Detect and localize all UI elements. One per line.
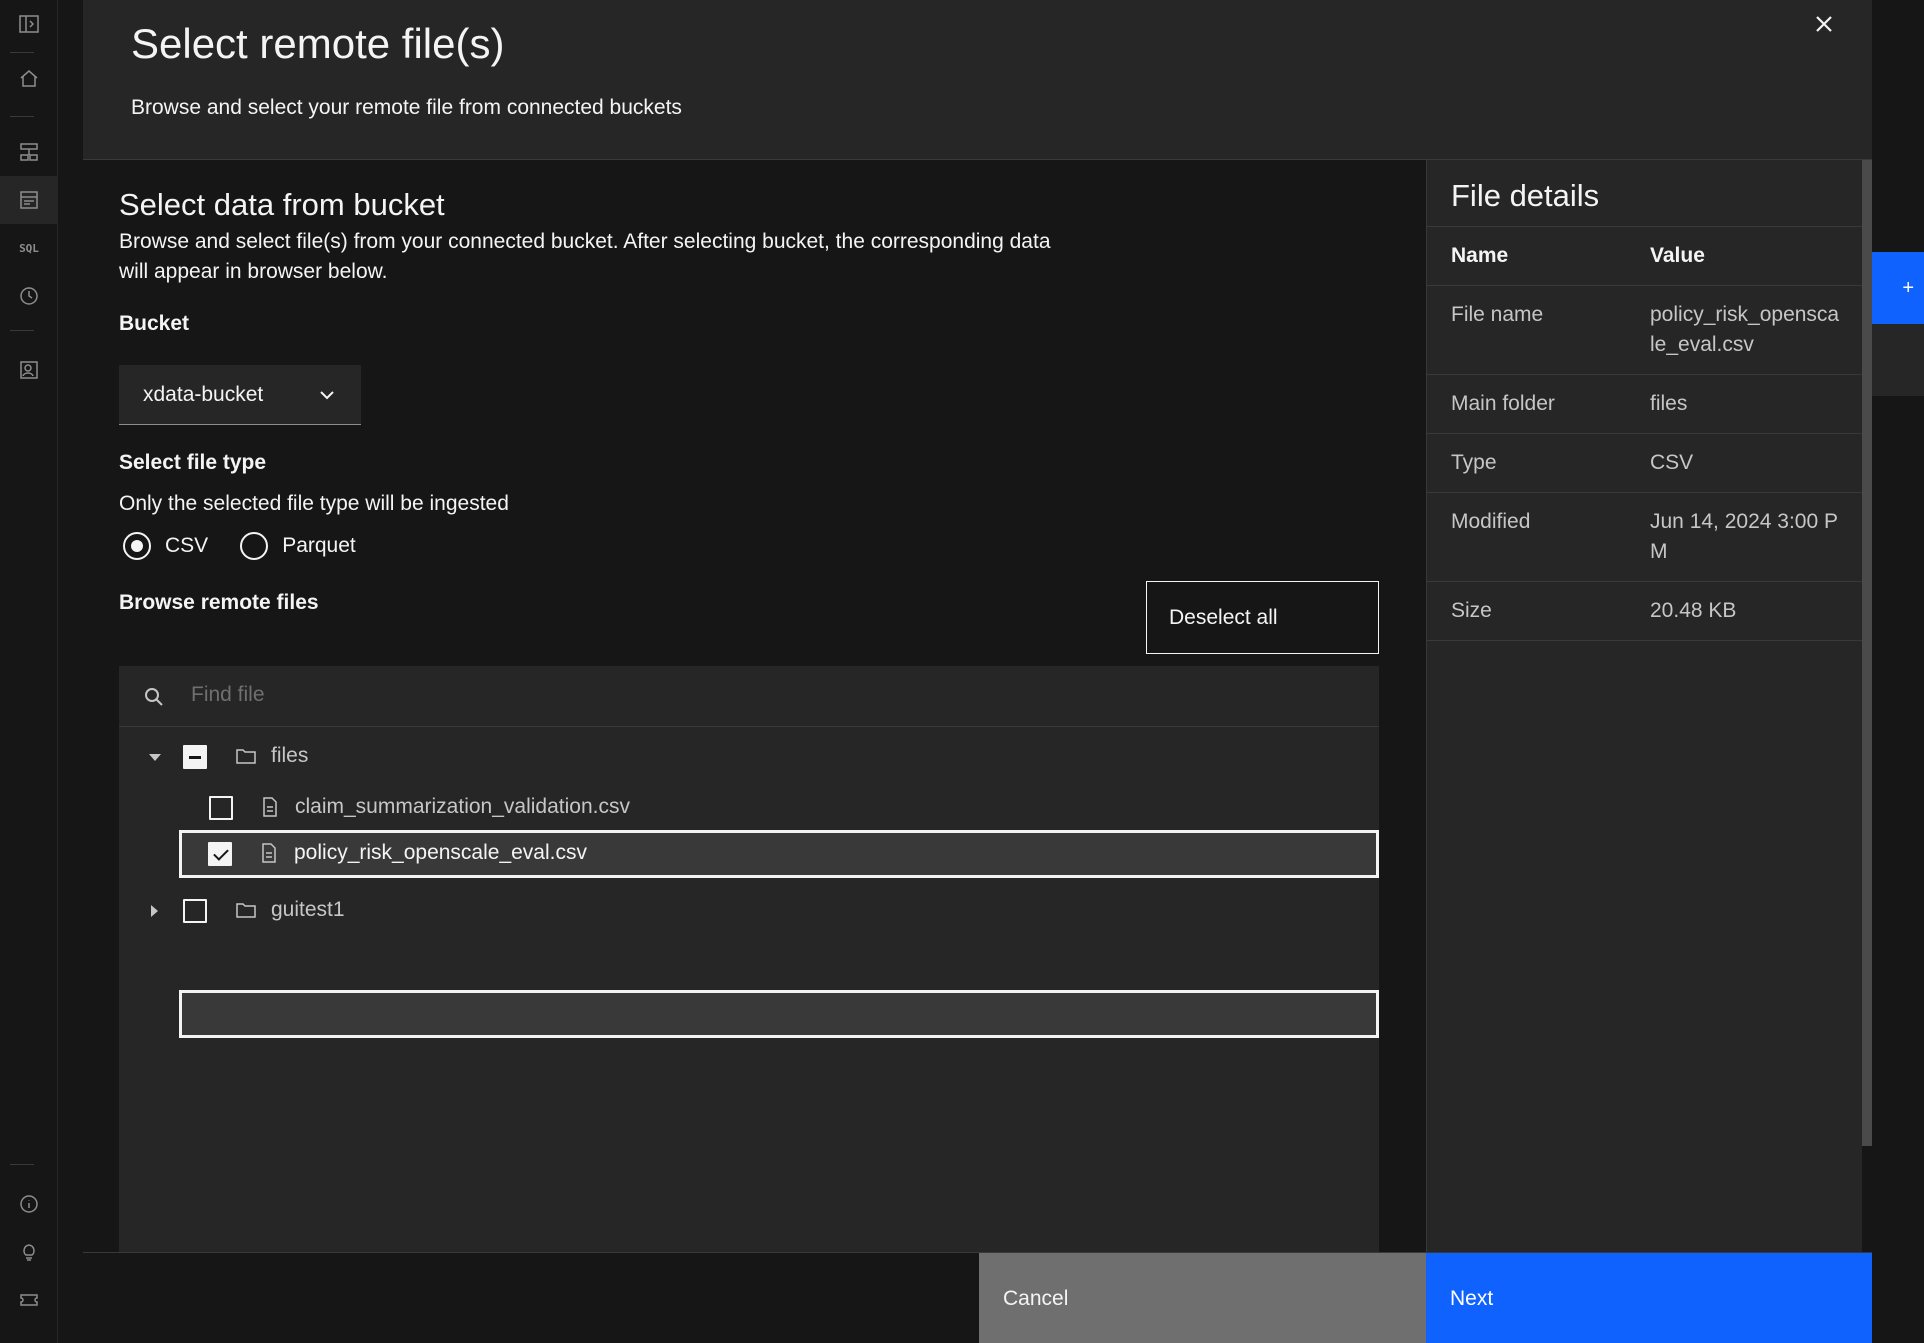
table-header-row: Name Value — [1427, 226, 1863, 285]
bucket-label: Bucket — [119, 312, 190, 335]
info-icon[interactable] — [0, 1180, 58, 1228]
table-row: Type CSV — [1427, 433, 1863, 492]
row-key: Modified — [1451, 510, 1531, 533]
tree-node-claim-file[interactable]: claim_summarization_validation.csv — [119, 784, 1379, 832]
checkbox-guitest1[interactable] — [183, 899, 207, 923]
deselect-all-button[interactable]: Deselect all — [1146, 581, 1379, 654]
row-value: files — [1650, 392, 1688, 415]
background-add-button: + — [1872, 252, 1924, 324]
ticket-icon[interactable] — [0, 1276, 58, 1324]
bucket-selected-value: xdata-bucket — [143, 382, 264, 406]
cancel-button[interactable]: Cancel — [979, 1253, 1426, 1343]
background-strip — [1872, 324, 1924, 396]
file-type-label: Select file type — [119, 451, 267, 474]
header-value: Value — [1650, 244, 1705, 267]
details-scrollbar[interactable] — [1862, 160, 1872, 1146]
close-button[interactable] — [1806, 6, 1842, 42]
file-details-panel: File details Name Value File name policy… — [1426, 160, 1863, 1252]
tree-node-label: guitest1 — [271, 898, 345, 921]
modal-subtitle: Browse and select your remote file from … — [131, 96, 682, 119]
caret-down-icon[interactable] — [149, 754, 161, 761]
file-details-table: Name Value File name policy_risk_opensca… — [1427, 226, 1863, 641]
browse-files-label: Browse remote files — [119, 591, 319, 614]
folder-icon — [235, 745, 257, 767]
radio-parquet[interactable] — [240, 532, 269, 560]
close-icon — [1816, 16, 1832, 32]
row-key: Size — [1451, 599, 1492, 622]
row-value: policy_risk_openscale_eval.csv — [1650, 303, 1840, 356]
header-name: Name — [1451, 244, 1509, 267]
radio-csv[interactable] — [123, 532, 151, 560]
section-description: Browse and select file(s) from your conn… — [119, 230, 1051, 283]
lightbulb-icon[interactable] — [0, 1228, 58, 1276]
document-icon — [259, 796, 281, 818]
table-row: Modified Jun 14, 2024 3:00 PM — [1427, 492, 1863, 581]
sql-icon[interactable]: SQL — [0, 224, 58, 272]
folder-icon — [235, 899, 257, 921]
background-panel — [1872, 0, 1924, 1343]
search-input[interactable]: Find file — [191, 683, 265, 707]
tree-node-label: claim_summarization_validation.csv — [295, 795, 630, 818]
search-icon — [145, 688, 163, 706]
find-file-search[interactable]: Find file — [119, 666, 1379, 727]
tree-node-policy-file-selected[interactable]: policy_risk_openscale_eval.csv — [179, 830, 1379, 878]
row-value: CSV — [1650, 451, 1694, 474]
chevron-down-icon — [320, 391, 334, 400]
tree-node-policy-file[interactable] — [179, 990, 1379, 1038]
access-control-icon[interactable] — [0, 346, 58, 394]
bucket-dropdown[interactable]: xdata-bucket — [119, 365, 361, 425]
row-value: Jun 14, 2024 3:00 PM — [1650, 510, 1838, 563]
file-details-title: File details — [1451, 178, 1600, 213]
table-row: Size 20.48 KB — [1427, 581, 1863, 641]
file-type-helper: Only the selected file type will be inge… — [119, 492, 509, 515]
row-key: File name — [1451, 303, 1544, 326]
caret-right-icon[interactable] — [151, 905, 158, 917]
left-nav-rail: SQL — [0, 0, 58, 1343]
checkbox-claim-file[interactable] — [209, 796, 233, 820]
next-button[interactable]: Next — [1426, 1253, 1872, 1343]
home-icon[interactable] — [0, 54, 58, 102]
modal-header: Select remote file(s) Browse and select … — [83, 0, 1872, 160]
file-browser: Find file files claim_summarization_vali… — [119, 666, 1379, 1252]
data-manager-icon[interactable] — [0, 176, 58, 224]
table-row: Main folder files — [1427, 374, 1863, 433]
radio-csv-label[interactable]: CSV — [165, 534, 208, 558]
tree-node-files[interactable]: files — [119, 733, 1379, 781]
query-history-icon[interactable] — [0, 272, 58, 320]
table-row: File name policy_risk_openscale_eval.csv — [1427, 285, 1863, 374]
row-value: 20.48 KB — [1650, 599, 1737, 622]
modal-content: Select data from bucket Browse and selec… — [83, 160, 1426, 1252]
infrastructure-icon[interactable] — [0, 128, 58, 176]
row-key: Main folder — [1451, 392, 1555, 415]
checkbox-policy-file[interactable] — [208, 842, 232, 866]
select-remote-files-modal: Select remote file(s) Browse and select … — [83, 0, 1872, 1343]
modal-title: Select remote file(s) — [131, 20, 505, 67]
tree-node-guitest1[interactable]: guitest1 — [119, 887, 1379, 935]
document-icon — [258, 842, 280, 864]
checkbox-files[interactable] — [183, 745, 207, 769]
radio-parquet-label[interactable]: Parquet — [282, 534, 356, 558]
tree-node-label: policy_risk_openscale_eval.csv — [294, 841, 587, 864]
expand-nav-icon[interactable] — [0, 0, 58, 48]
section-title: Select data from bucket — [119, 187, 445, 222]
row-key: Type — [1451, 451, 1497, 474]
tree-node-label: files — [271, 744, 309, 767]
file-type-radio-group: CSV Parquet — [119, 532, 384, 560]
modal-footer: Cancel Next — [83, 1252, 1872, 1343]
